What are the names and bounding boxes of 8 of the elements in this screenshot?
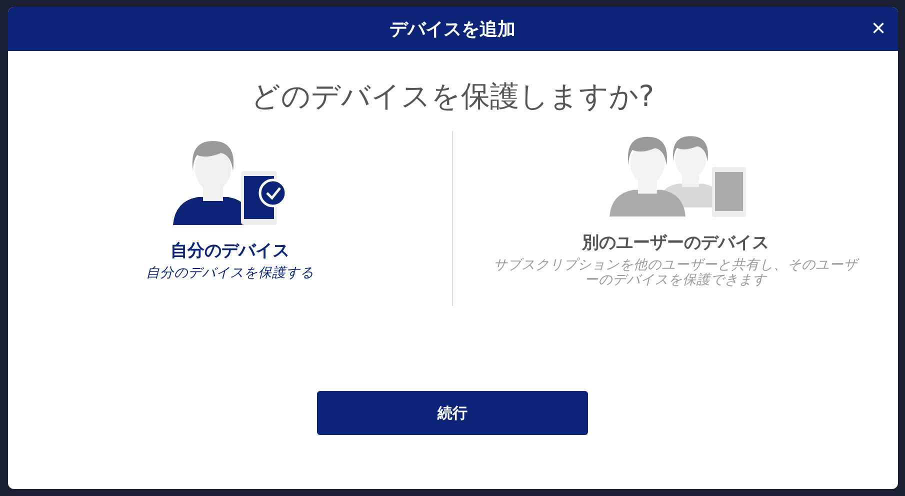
close-button[interactable]: × bbox=[867, 15, 890, 43]
question-heading: どのデバイスを保護しますか? bbox=[250, 78, 656, 115]
option-title[interactable]: 別のユーザーのデバイス bbox=[582, 231, 769, 254]
continue-button[interactable]: 続行 bbox=[317, 391, 588, 435]
dialog-title: デバイスを追加 bbox=[390, 18, 516, 41]
option-title[interactable]: 自分のデバイス bbox=[170, 239, 290, 262]
option-description: サブスクリプションを他のユーザーと共有し、そのユーザーのデバイスを保護できます bbox=[492, 258, 860, 288]
option-description: 自分のデバイスを保護する bbox=[144, 266, 315, 281]
